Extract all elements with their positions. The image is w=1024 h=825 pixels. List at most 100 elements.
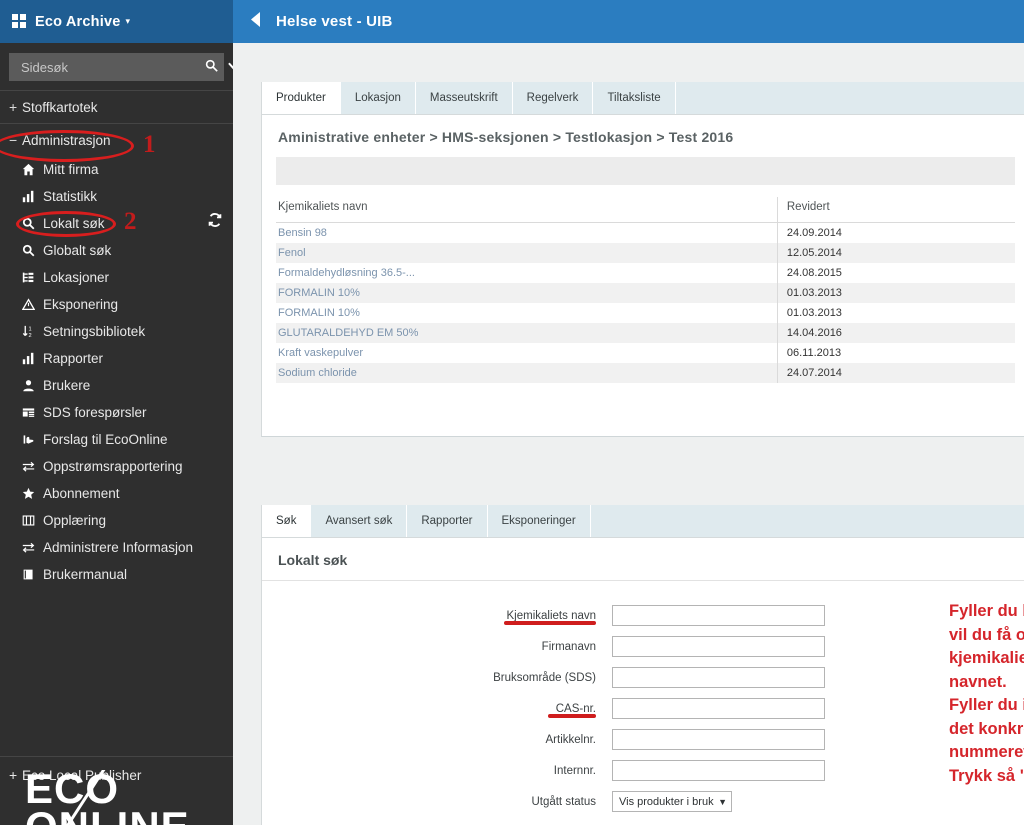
input-cas-nr[interactable] (612, 698, 825, 719)
brand-bar[interactable]: Eco Archive ▾ (0, 0, 233, 43)
ecoonline-logo: ECO ONLINE (25, 770, 215, 825)
table-row[interactable]: Formaldehydløsning 36.5-... 24.08.2015 (276, 263, 1015, 283)
tab-masseutskrift[interactable]: Masseutskrift (415, 82, 513, 114)
tab-tiltaksliste[interactable]: Tiltaksliste (593, 82, 676, 114)
input-kjemikaliets-navn[interactable] (612, 605, 825, 626)
cell-revidert: 24.09.2014 (776, 222, 1015, 243)
sidebar-item-brukermanual[interactable]: Brukermanual (0, 561, 233, 588)
back-arrow-icon[interactable] (233, 11, 276, 32)
sidebar-group-label: Stoffkartotek (22, 99, 98, 115)
cell-name[interactable]: GLUTARALDEHYD EM 50% (276, 323, 778, 343)
sidebar-item-label: Oppstrømsrapportering (43, 459, 183, 474)
form-row-kjemikaliets-navn: Kjemikaliets navn (262, 605, 1024, 626)
refresh-icon[interactable] (207, 212, 223, 228)
table-row[interactable]: Kraft vaskepulver 06.11.2013 (276, 343, 1015, 363)
tab-lokasjon[interactable]: Lokasjon (340, 82, 416, 114)
sidebar-item-lokasjoner[interactable]: Lokasjoner (0, 264, 233, 291)
tab-rapporter[interactable]: Rapporter (407, 505, 488, 537)
sidebar-item-label: SDS forespørsler (43, 405, 147, 420)
search-tabstrip: Søk Avansert søk Rapporter Eksponeringer (262, 505, 1024, 538)
top-bar: Helse vest - UIB (233, 0, 1024, 43)
sidebar-item-label: Mitt firma (43, 162, 99, 177)
cell-name[interactable]: FORMALIN 10% (276, 283, 778, 303)
input-artikkelnr[interactable] (612, 729, 825, 750)
search-icon (22, 217, 40, 230)
sidebar-item-label: Opplæring (43, 513, 107, 528)
sidebar-item-eksponering[interactable]: Eksponering (0, 291, 233, 318)
input-internnr[interactable] (612, 760, 825, 781)
search-icon[interactable] (205, 59, 218, 75)
sidebar-item-statistikk[interactable]: Statistikk (0, 183, 233, 210)
sidebar-item-mitt-firma[interactable]: Mitt firma (0, 156, 233, 183)
cell-name[interactable]: Bensin 98 (276, 223, 777, 244)
tab-eksponeringer[interactable]: Eksponeringer (487, 505, 591, 537)
label-internnr: Internnr. (553, 764, 596, 777)
table-row[interactable]: Sodium chloride 24.07.2014 (276, 363, 1015, 383)
sidebar-search-box[interactable] (9, 53, 233, 81)
table-row[interactable]: FORMALIN 10% 01.03.2013 (276, 303, 1015, 323)
sidebar-group-stoffkartotek[interactable]: + Stoffkartotek (0, 91, 233, 123)
sidebar-item-opplaering[interactable]: Opplæring (0, 507, 233, 534)
tab-produkter[interactable]: Produkter (262, 82, 341, 114)
cell-name[interactable]: Fenol (276, 243, 778, 263)
sidebar-item-forslag-ecoonline[interactable]: Forslag til EcoOnline (0, 426, 233, 453)
note-line-7: nummeret du ønsker. (949, 743, 1024, 761)
cell-name[interactable]: Sodium chloride (276, 363, 778, 383)
sidebar-item-rapporter[interactable]: Rapporter (0, 345, 233, 372)
input-bruksomrade[interactable] (612, 667, 825, 688)
warning-triangle-icon (22, 298, 40, 311)
marker-number-1: 1 (143, 131, 156, 158)
logo-line-2: ONLINE (25, 806, 215, 825)
note-line-6: det konkrete kjemikaliet med det (949, 719, 1024, 738)
table-header-row: Kjemikaliets navn Revidert (276, 197, 1015, 223)
cell-name[interactable]: FORMALIN 10% (276, 303, 777, 323)
home-icon (22, 163, 40, 176)
sidebar-item-label: Setningsbibliotek (43, 324, 146, 339)
table-row[interactable]: FORMALIN 10% 01.03.2013 (276, 283, 1015, 303)
column-header-revidert[interactable]: Revidert (776, 197, 1015, 223)
sidebar-item-label: Rapporter (43, 351, 104, 366)
sidebar-item-label: Lokasjoner (43, 270, 110, 285)
user-icon (22, 379, 40, 392)
brand-label: Eco Archive (35, 13, 121, 30)
tab-avansert-sok[interactable]: Avansert søk (311, 505, 408, 537)
sidebar-item-label: Statistikk (43, 189, 98, 204)
table-row[interactable]: Fenol 12.05.2014 (276, 243, 1015, 263)
table-row[interactable]: GLUTARALDEHYD EM 50% 14.04.2016 (276, 323, 1015, 343)
grid-icon (12, 14, 27, 29)
sitemap-icon (22, 271, 40, 284)
bar-chart-icon (22, 352, 40, 365)
table-row[interactable]: Bensin 98 24.09.2014 (276, 222, 1015, 244)
sidebar-item-label: Brukermanual (43, 567, 128, 582)
column-header-name[interactable]: Kjemikaliets navn (276, 197, 778, 223)
sort-numeric-icon: 12 (22, 325, 40, 338)
label-cas-nr: CAS-nr. (262, 703, 612, 718)
sidebar-item-lokalt-sok[interactable]: Lokalt søk (0, 210, 233, 237)
cell-name[interactable]: Formaldehydløsning 36.5-... (276, 263, 777, 283)
tab-regelverk[interactable]: Regelverk (512, 82, 594, 114)
instruction-note: Fyller du bare inn kjemikaliets navn vil… (949, 600, 1024, 788)
exchange-icon (22, 460, 40, 473)
sidebar-item-sds-foresporsler[interactable]: SDS forespørsler (0, 399, 233, 426)
note-line-8: Trykk så "Søk" (949, 766, 1024, 785)
cell-revidert: 01.03.2013 (776, 283, 1015, 303)
app-root: Eco Archive ▾ + Stoffkartotek (0, 0, 1024, 825)
label-utgatt-status: Utgått status (531, 795, 596, 808)
sidebar-group-administrasjon[interactable]: − Administrasjon (0, 124, 233, 156)
form-row-utgatt-status: Utgått status Vis produkter i bruk ▼ (262, 791, 1024, 812)
tab-sok[interactable]: Søk (262, 505, 312, 537)
sidebar-item-setningsbibliotek[interactable]: 12 Setningsbibliotek (0, 318, 233, 345)
form-row-bruksomrade: Bruksområde (SDS) (262, 667, 1024, 688)
input-firmanavn[interactable] (612, 636, 825, 657)
form-row-internnr: Internnr. (262, 760, 1024, 781)
select-utgatt-status[interactable]: Vis produkter i bruk ▼ (612, 791, 732, 812)
sidebar-item-abonnement[interactable]: Abonnement (0, 480, 233, 507)
sidebar-item-brukere[interactable]: Brukere (0, 372, 233, 399)
search-input[interactable] (19, 58, 199, 76)
sidebar-item-oppstromsrapportering[interactable]: Oppstrømsrapportering (0, 453, 233, 480)
collapse-minus-icon: − (9, 132, 18, 148)
svg-text:1: 1 (29, 327, 32, 333)
sidebar-item-administrere-informasjon[interactable]: Administrere Informasjon (0, 534, 233, 561)
cell-name[interactable]: Kraft vaskepulver (276, 343, 777, 363)
sidebar-item-globalt-sok[interactable]: Globalt søk (0, 237, 233, 264)
